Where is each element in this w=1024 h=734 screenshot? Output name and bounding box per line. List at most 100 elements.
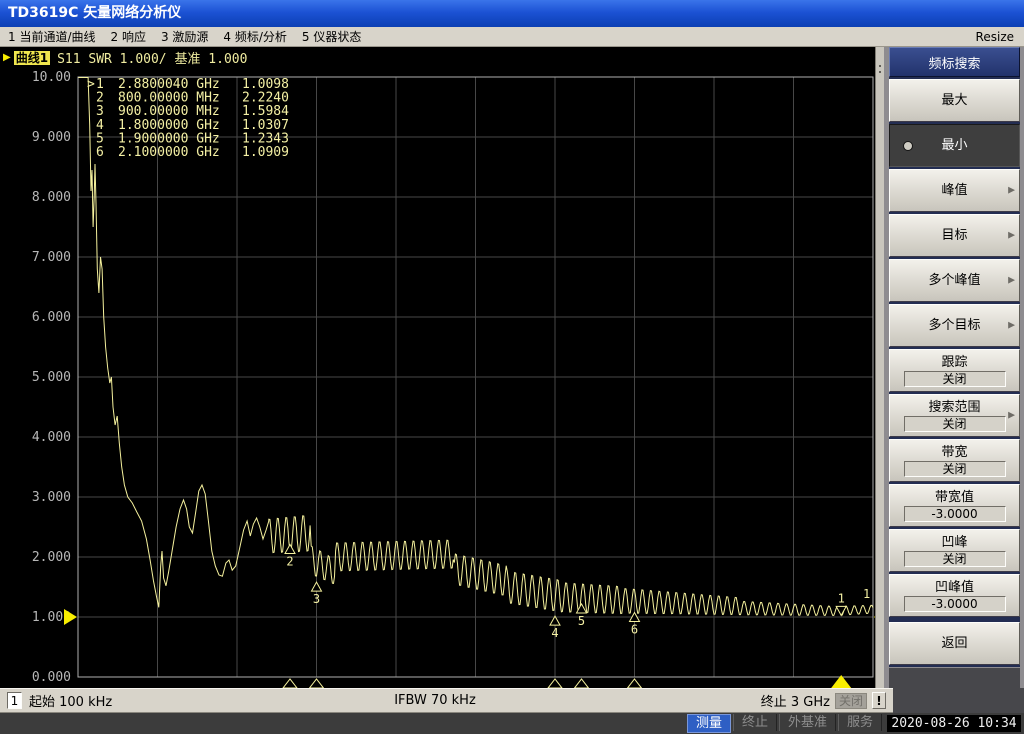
trace-format-label: S11 SWR 1.000/ 基准 1.000 [57, 48, 247, 67]
menu-bar: 1 当前通道/曲线 2 响应 3 激励源 4 频标/分析 5 仪器状态 Resize [0, 27, 1024, 47]
sidebar-filler [889, 668, 1020, 688]
status-badge-measure: 测量 [687, 714, 731, 733]
softkey-value-field: 关闭 [904, 371, 1006, 387]
marker-glyph-6[interactable]: 6 [630, 613, 640, 637]
resize-button[interactable]: Resize [976, 30, 1014, 44]
marker-glyph-3[interactable]: 3 [312, 582, 322, 606]
y-axis-tick: 6.000 [32, 310, 71, 325]
marker-number-label: 1 [838, 591, 845, 605]
vna-application-window: TD3619C 矢量网络分析仪 1 当前通道/曲线 2 响应 3 激励源 4 频标/分… [0, 0, 1024, 734]
stimulus-marker-icon[interactable] [575, 679, 589, 688]
softkey-notch-value[interactable]: 凹峰值-3.0000 [889, 574, 1020, 617]
y-axis-tick: 0.000 [32, 670, 71, 685]
softkey-label: 多个峰值 [928, 273, 980, 288]
y-axis-tick: 9.000 [32, 130, 71, 145]
marker-glyph-2[interactable]: 2 [285, 545, 295, 569]
submenu-arrow-icon: ▶ [1008, 318, 1015, 333]
softkey-label: 目标 [941, 228, 967, 243]
softkey-label: 搜索范围 [928, 400, 980, 415]
marker-frequency-cell: 2.1000000 GHz [118, 145, 220, 160]
menu-item-5[interactable]: 5 仪器状态 [302, 28, 361, 45]
status-badge-service: 服务 [838, 714, 882, 731]
menu-item-4[interactable]: 4 频标/分析 [223, 28, 287, 45]
marker-triangle-icon [285, 545, 295, 554]
softkey-value-field: 关闭 [904, 461, 1006, 477]
sweep-stop-label: 终止 3 GHz [761, 691, 830, 710]
marker-number-label: 4 [551, 626, 558, 640]
softkey-multi-target[interactable]: 多个目标 ▶ [889, 304, 1020, 347]
datetime-display: 2020-08-26 10:34 [887, 715, 1021, 732]
y-axis-ticks: 10.009.0008.0007.0006.0005.0004.0003.000… [32, 70, 71, 685]
marker-number-label: 6 [631, 623, 638, 637]
gutter-handle-dot [879, 65, 881, 67]
stimulus-marker-icon[interactable] [310, 679, 324, 688]
status-badge-ext-ref: 外基准 [779, 714, 836, 731]
softkey-min[interactable]: 最小 [889, 124, 1020, 167]
softkey-sidebar: 频标搜索 最大最小峰值▶目标▶多个峰值▶多个目标▶跟踪关闭搜索范围关闭▶带宽关闭… [884, 47, 1024, 688]
trace-header: ▶ 曲线1 S11 SWR 1.000/ 基准 1.000 [3, 50, 247, 65]
softkey-max[interactable]: 最大 [889, 79, 1020, 122]
softkey-return[interactable]: 返回 [889, 622, 1020, 665]
submenu-arrow-icon: ▶ [1008, 273, 1015, 288]
menu-item-3[interactable]: 3 激励源 [161, 28, 208, 45]
marker-readout-row: 6 2.1000000 GHz 1.0909 [96, 145, 289, 160]
window-title: TD3619C 矢量网络分析仪 [8, 5, 181, 21]
marker-glyph-4[interactable]: 4 [550, 616, 560, 640]
marker-value-cell: 1.0909 [242, 145, 289, 160]
y-axis-tick: 8.000 [32, 190, 71, 205]
softkey-label: 跟踪 [941, 355, 967, 370]
softkey-label: 带宽值 [935, 490, 974, 505]
alert-button[interactable]: ! [872, 692, 886, 709]
chart-canvas: 10.009.0008.0007.0006.0005.0004.0003.000… [0, 47, 884, 688]
marker-glyph-1[interactable]: 1 [836, 591, 846, 615]
status-bar: 测量终止外基准服务 2020-08-26 10:34 [0, 713, 1024, 734]
trace-number-label: 1 [863, 587, 870, 601]
y-axis-tick: 7.000 [32, 250, 71, 265]
softkey-bandwidth[interactable]: 带宽关闭 [889, 439, 1020, 482]
softkey-multi-peak[interactable]: 多个峰值 ▶ [889, 259, 1020, 302]
status-badges: 测量终止外基准服务 [687, 714, 882, 733]
softkey-notch[interactable]: 凹峰关闭 [889, 529, 1020, 572]
menu-item-1[interactable]: 1 当前通道/曲线 [8, 28, 96, 45]
menu-items: 1 当前通道/曲线 2 响应 3 激励源 4 频标/分析 5 仪器状态 [8, 28, 376, 45]
trace-number-badge[interactable]: 曲线1 [14, 51, 50, 65]
softkey-label: 多个目标 [928, 318, 980, 333]
submenu-arrow-icon: ▶ [1008, 228, 1015, 243]
bottom-right-filler [893, 688, 1024, 713]
y-axis-tick: 10.00 [32, 70, 71, 85]
marker-readout-table: >12.8800040 GHz1.00982800.00000 MHz2.224… [87, 77, 289, 160]
softkey-buttons: 频标搜索 最大最小峰值▶目标▶多个峰值▶多个目标▶跟踪关闭搜索范围关闭▶带宽关闭… [889, 47, 1020, 667]
softkey-label: 最大 [941, 93, 967, 108]
softkey-tracking[interactable]: 跟踪关闭 [889, 349, 1020, 392]
marker-triangle-icon [550, 616, 560, 625]
ifbw-label: IFBW 70 kHz [394, 693, 476, 708]
channel-number-box[interactable]: 1 [7, 692, 22, 709]
stimulus-marker-icon[interactable] [628, 679, 642, 688]
plot-holder: 10.009.0008.0007.0006.0005.0004.0003.000… [0, 47, 884, 688]
softkey-value-field: 关闭 [904, 416, 1006, 432]
y-axis-tick: 3.000 [32, 490, 71, 505]
marker-triangle-icon [836, 606, 846, 615]
softkey-value-field: -3.0000 [904, 596, 1006, 612]
softkey-search-range[interactable]: 搜索范围关闭▶ [889, 394, 1020, 437]
menu-item-2[interactable]: 2 响应 [111, 28, 146, 45]
softkey-label: 返回 [941, 636, 967, 651]
marker-number-label: 5 [578, 614, 585, 628]
softkey-peak[interactable]: 峰值▶ [889, 169, 1020, 212]
marker-number-label: 2 [286, 555, 293, 569]
softkey-label: 凹峰值 [935, 580, 974, 595]
softkey-target[interactable]: 目标 ▶ [889, 214, 1020, 257]
marker-triangle-icon [312, 582, 322, 591]
softkey-label: 凹峰 [941, 535, 967, 550]
submenu-arrow-icon: ▶ [1008, 183, 1015, 198]
softkey-value-field: 关闭 [904, 551, 1006, 567]
display-sidebar-gutter[interactable] [875, 47, 884, 688]
gutter-handle-dot [879, 71, 881, 73]
softkey-value-field: -3.0000 [904, 506, 1006, 522]
marker-number-cell: 6 [96, 145, 104, 160]
stimulus-marker-icon[interactable] [283, 679, 297, 688]
softkey-bandwidth-value[interactable]: 带宽值-3.0000 [889, 484, 1020, 527]
y-axis-tick: 5.000 [32, 370, 71, 385]
stimulus-marker-icon[interactable] [548, 679, 562, 688]
softkey-label: 最小 [941, 138, 967, 153]
